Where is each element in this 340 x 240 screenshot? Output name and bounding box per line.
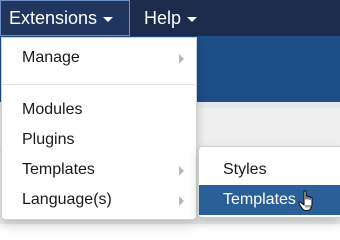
menu-item-languages[interactable]: Language(s) (2, 187, 196, 213)
nav-help[interactable]: Help (142, 0, 198, 36)
nav-help-label: Help (144, 7, 182, 28)
chevron-right-icon (179, 166, 184, 176)
menu-item-templates[interactable]: Templates (2, 157, 196, 183)
menu-item-plugins[interactable]: Plugins (2, 127, 196, 153)
caret-down-icon (103, 16, 114, 22)
menu-item-label: Templates (22, 161, 95, 178)
submenu-item-label: Templates (223, 191, 296, 208)
menu-divider (2, 84, 196, 85)
menu-item-label: Language(s) (22, 191, 112, 208)
nav-extensions[interactable]: Extensions (0, 0, 130, 36)
menu-item-modules[interactable]: Modules (2, 97, 196, 123)
chevron-right-icon (179, 196, 184, 206)
extensions-dropdown: Manage Modules Plugins Templates Languag… (1, 37, 197, 220)
submenu-item-label: Styles (223, 161, 267, 178)
submenu-item-styles[interactable]: Styles (199, 155, 340, 185)
menu-item-label: Plugins (22, 131, 75, 148)
nav-extensions-label: Extensions (9, 7, 98, 28)
chevron-right-icon (179, 54, 184, 64)
menu-item-label: Modules (22, 101, 83, 118)
submenu-item-templates[interactable]: Templates (199, 185, 340, 215)
top-navbar: Extensions Help (0, 0, 340, 36)
menu-item-manage[interactable]: Manage (2, 45, 196, 71)
templates-submenu: Styles Templates (198, 146, 340, 218)
menu-item-label: Manage (22, 49, 80, 66)
hand-pointer-icon (298, 190, 313, 212)
caret-down-icon (187, 16, 198, 22)
